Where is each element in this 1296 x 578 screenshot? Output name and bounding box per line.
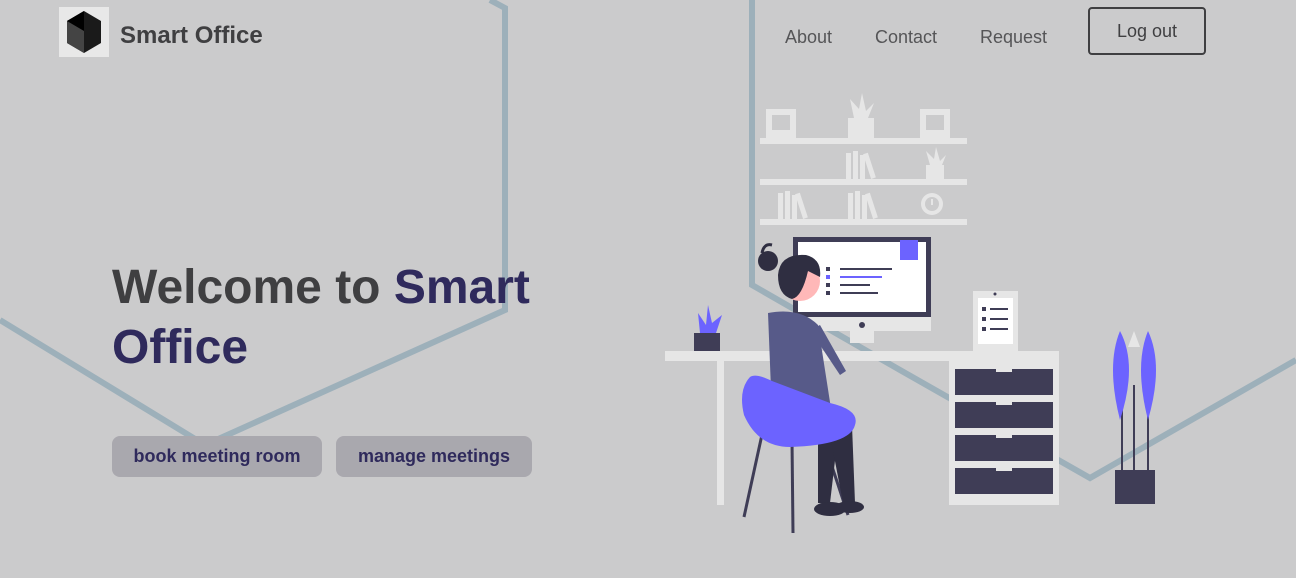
nav-request[interactable]: Request	[980, 27, 1047, 48]
desk-plant-illustration	[694, 305, 722, 351]
manage-meetings-button[interactable]: manage meetings	[336, 436, 532, 477]
office-illustration	[665, 93, 1156, 534]
logo-icon[interactable]	[59, 7, 109, 57]
brand-name[interactable]: Smart Office	[120, 22, 263, 50]
hero-title: Welcome to Smart Office	[112, 258, 632, 378]
tall-plant-illustration	[1113, 331, 1156, 504]
logout-button[interactable]: Log out	[1088, 7, 1206, 55]
nav-contact[interactable]: Contact	[875, 27, 937, 48]
bookshelf-illustration	[760, 93, 967, 225]
desk-illustration	[665, 351, 1059, 505]
tablet-illustration	[973, 291, 1018, 351]
nav-about[interactable]: About	[785, 27, 832, 48]
hero-title-part1: Welcome to	[112, 261, 394, 314]
book-meeting-room-button[interactable]: book meeting room	[112, 436, 322, 477]
